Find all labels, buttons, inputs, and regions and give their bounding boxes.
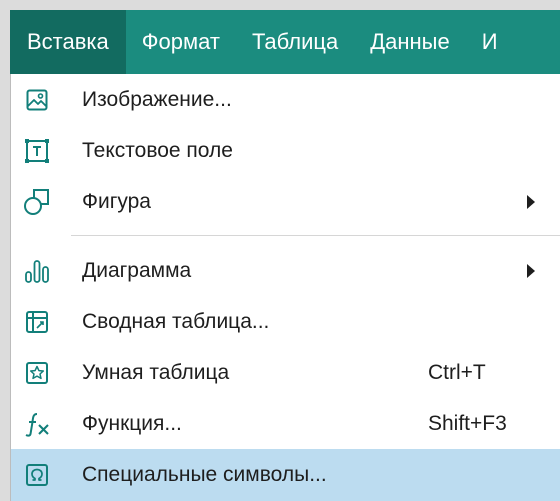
shortcut-label: Shift+F3: [428, 412, 507, 435]
menu-separator: [71, 235, 560, 236]
function-icon: [23, 410, 51, 438]
menu-item-label: Фигура: [82, 190, 151, 213]
menu-next-truncated[interactable]: И: [466, 10, 514, 74]
submenu-arrow-icon: [527, 195, 535, 209]
menu-item-chart[interactable]: Диаграмма: [11, 245, 560, 297]
omega-icon: [23, 461, 51, 489]
menu-item-label: Изображение...: [82, 88, 232, 111]
menu-format[interactable]: Формат: [126, 10, 236, 74]
smart-table-icon: [23, 359, 51, 387]
menu-item-smart-table[interactable]: Умная таблица Ctrl+T: [11, 347, 560, 399]
menu-item-label: Текстовое поле: [82, 139, 233, 162]
submenu-arrow-icon: [527, 264, 535, 278]
text-box-icon: [23, 137, 51, 165]
image-icon: [23, 86, 51, 114]
menu-item-pivot-table[interactable]: Сводная таблица...: [11, 296, 560, 348]
menu-item-label: Диаграмма: [82, 259, 192, 282]
shortcut-label: Ctrl+T: [428, 361, 486, 384]
shapes-icon: [23, 188, 51, 216]
menu-item-label: Функция...: [82, 412, 182, 435]
menu-table[interactable]: Таблица: [236, 10, 354, 74]
menu-data[interactable]: Данные: [354, 10, 465, 74]
menu-item-text-box[interactable]: Текстовое поле: [11, 125, 560, 177]
menu-item-shape[interactable]: Фигура: [11, 176, 560, 228]
menu-item-special-characters[interactable]: Специальные символы...: [11, 449, 560, 501]
insert-dropdown-menu: Изображение... Текстовое поле Фигура Диа…: [10, 74, 560, 501]
menu-item-image[interactable]: Изображение...: [11, 74, 560, 126]
menu-item-label: Специальные символы...: [82, 463, 327, 486]
menu-item-label: Сводная таблица...: [82, 310, 270, 333]
menu-item-function[interactable]: Функция... Shift+F3: [11, 398, 560, 450]
menu-insert[interactable]: Вставка: [10, 10, 126, 74]
menu-item-label: Умная таблица: [82, 361, 230, 384]
menu-bar: Вставка Формат Таблица Данные И: [10, 10, 560, 74]
chart-icon: [23, 257, 51, 285]
pivot-table-icon: [23, 308, 51, 336]
